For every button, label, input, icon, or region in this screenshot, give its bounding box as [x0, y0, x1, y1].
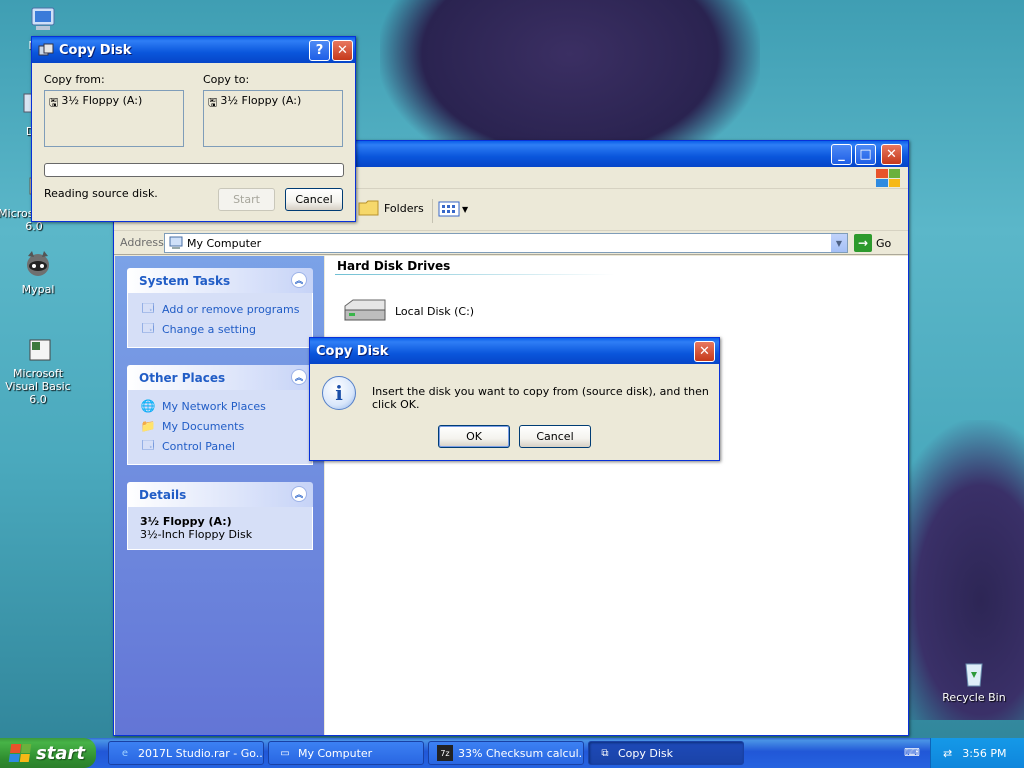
- address-dropdown-icon[interactable]: ▼: [831, 234, 847, 252]
- control-panel-icon: 🗔: [141, 437, 155, 452]
- 7zip-icon: 7z: [437, 745, 453, 761]
- clock[interactable]: 3:56 PM: [962, 747, 1006, 760]
- copy-disk-titlebar[interactable]: Copy Disk ? ✕: [32, 37, 355, 63]
- copy-disk-icon: ⧉: [601, 747, 609, 759]
- drive-item-local-disk[interactable]: Local Disk (C:): [341, 296, 474, 326]
- dialog-titlebar[interactable]: Copy Disk ✕: [310, 338, 719, 364]
- toolbar-separator: [432, 199, 433, 223]
- details-panel: Details ︽ 3½ Floppy (A:) 3½-Inch Floppy …: [127, 482, 313, 550]
- start-button[interactable]: Start: [218, 188, 275, 211]
- status-text: Reading source disk.: [44, 187, 158, 200]
- network-icon: 🌐: [140, 399, 156, 413]
- floppy-drive-icon: 🖫: [49, 96, 59, 109]
- minimize-button[interactable]: _: [831, 144, 852, 165]
- copy-to-item[interactable]: 3½ Floppy (A:): [220, 94, 301, 107]
- views-icon: [438, 201, 460, 217]
- group-header: Hard Disk Drives: [337, 259, 451, 273]
- internet-explorer-icon: e: [121, 747, 129, 759]
- group-divider: [335, 274, 615, 275]
- maximize-button[interactable]: □: [855, 144, 876, 165]
- raccoon-icon: [27, 251, 49, 276]
- help-button[interactable]: ?: [309, 40, 330, 61]
- add-remove-programs-icon: 🗔: [141, 300, 155, 315]
- keyboard-icon[interactable]: ⌨: [904, 746, 920, 760]
- desktop-icon-recycle-bin[interactable]: Recycle Bin: [932, 656, 1016, 704]
- windows-logo-icon: [876, 169, 900, 187]
- copy-from-list[interactable]: 🖫 3½ Floppy (A:): [44, 90, 184, 147]
- folders-button[interactable]: Folders: [358, 199, 424, 217]
- floppy-drive-icon: 🖫: [208, 96, 218, 109]
- documents-folder-icon: 📁: [140, 419, 156, 433]
- close-button[interactable]: ✕: [881, 144, 902, 165]
- details-description: 3½-Inch Floppy Disk: [140, 528, 253, 541]
- insert-disk-dialog: Copy Disk ✕ i Insert the disk you want t…: [309, 337, 720, 461]
- desktop-icon-mypal[interactable]: Mypal: [0, 248, 80, 296]
- computer-icon: ▭: [280, 747, 290, 759]
- windows-flag-icon: [8, 744, 32, 762]
- views-dropdown-icon: ▼: [462, 204, 469, 214]
- control-panel-icon: 🗔: [141, 320, 155, 335]
- taskbar-item-my-computer[interactable]: ▭ My Computer: [268, 741, 424, 765]
- dialog-close-button[interactable]: ✕: [694, 341, 715, 362]
- system-tray: ⇄ 3:56 PM: [930, 738, 1024, 768]
- ok-button[interactable]: OK: [438, 425, 510, 448]
- copy-progress-bar: [44, 163, 344, 177]
- copy-from-item[interactable]: 3½ Floppy (A:): [61, 94, 142, 107]
- cancel-button[interactable]: Cancel: [285, 188, 343, 211]
- task-pane: System Tasks ︽ 🗔 Add or remove programs …: [115, 256, 324, 735]
- system-tasks-header[interactable]: System Tasks ︽: [127, 268, 313, 293]
- copy-disk-icon: [38, 43, 54, 56]
- close-button[interactable]: ✕: [332, 40, 353, 61]
- taskbar-item-checksum[interactable]: 7z 33% Checksum calcul...: [428, 741, 584, 765]
- hard-disk-icon: [344, 299, 386, 321]
- views-button[interactable]: ▼: [438, 201, 468, 217]
- copy-to-list[interactable]: 🖫 3½ Floppy (A:): [203, 90, 343, 147]
- details-name: 3½ Floppy (A:): [140, 515, 232, 528]
- go-button[interactable]: → Go: [854, 234, 891, 252]
- info-icon: i: [322, 376, 356, 410]
- copy-disk-window: Copy Disk ? ✕ Copy from: Copy to: 🖫 3½ F…: [31, 36, 356, 222]
- collapse-chevron-icon[interactable]: ︽: [291, 369, 307, 385]
- folder-icon: [358, 200, 379, 216]
- details-header[interactable]: Details ︽: [127, 482, 313, 507]
- dialog-cancel-button[interactable]: Cancel: [519, 425, 591, 448]
- network-tray-icon[interactable]: ⇄: [943, 747, 952, 760]
- visual-basic-icon: [29, 339, 51, 361]
- content-area: Hard Disk Drives Local Disk (C:): [325, 256, 908, 735]
- copy-from-label: Copy from:: [44, 73, 105, 86]
- address-bar: Address My Computer ▼ → Go: [114, 231, 908, 255]
- collapse-chevron-icon[interactable]: ︽: [291, 486, 307, 502]
- computer-icon: [169, 236, 183, 249]
- collapse-chevron-icon[interactable]: ︽: [291, 272, 307, 288]
- address-input[interactable]: My Computer ▼: [164, 233, 848, 253]
- control-panel-link[interactable]: 🗔 Control Panel: [140, 436, 302, 456]
- my-network-places-link[interactable]: 🌐 My Network Places: [140, 396, 302, 416]
- my-documents-link[interactable]: 📁 My Documents: [140, 416, 302, 436]
- desktop-icon-visual-basic[interactable]: Microsoft Visual Basic 6.0: [0, 332, 80, 406]
- other-places-panel: Other Places ︽ 🌐 My Network Places 📁 My …: [127, 365, 313, 465]
- add-remove-programs-link[interactable]: 🗔 Add or remove programs: [140, 299, 302, 319]
- taskbar-item-browser[interactable]: e 2017L Studio.rar - Go...: [108, 741, 264, 765]
- change-setting-link[interactable]: 🗔 Change a setting: [140, 319, 302, 339]
- dialog-message: Insert the disk you want to copy from (s…: [372, 385, 709, 411]
- go-arrow-icon: →: [854, 234, 872, 252]
- copy-to-label: Copy to:: [203, 73, 250, 86]
- other-places-header[interactable]: Other Places ︽: [127, 365, 313, 390]
- taskbar-item-copy-disk[interactable]: ⧉ Copy Disk: [588, 741, 744, 765]
- computer-icon: [31, 7, 55, 30]
- recycle-bin-icon: [965, 663, 983, 687]
- taskbar: start e 2017L Studio.rar - Go... ▭ My Co…: [0, 738, 1024, 768]
- start-button[interactable]: start: [0, 738, 96, 768]
- system-tasks-panel: System Tasks ︽ 🗔 Add or remove programs …: [127, 268, 313, 348]
